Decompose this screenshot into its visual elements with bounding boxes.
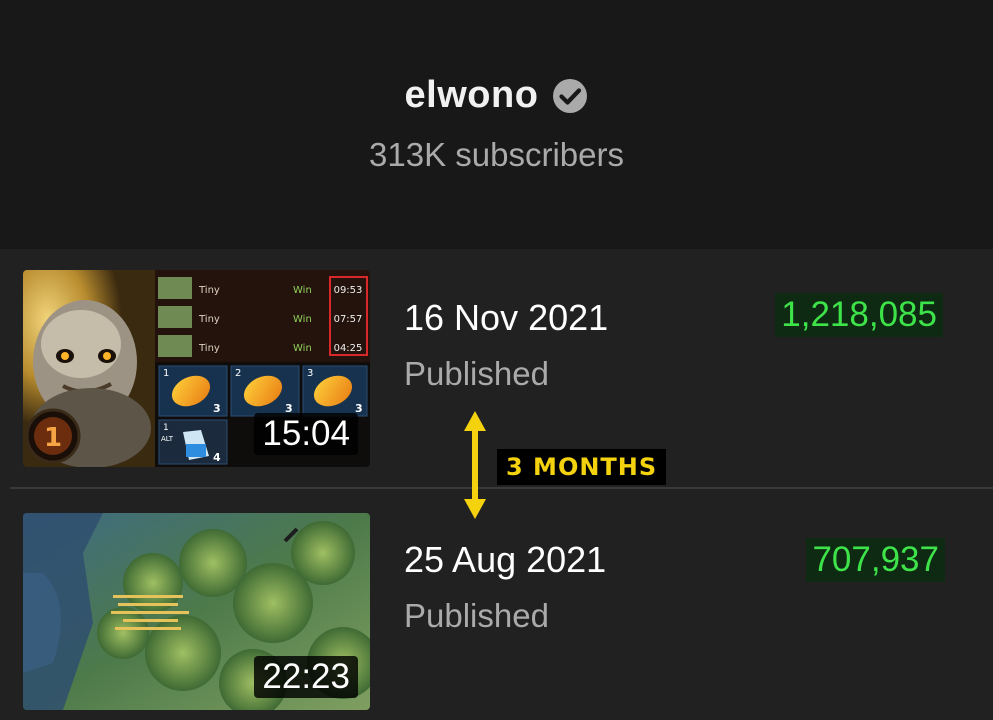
publish-status: Published xyxy=(404,355,549,392)
svg-text:4: 4 xyxy=(213,451,221,464)
video-duration: 15:04 xyxy=(254,412,358,455)
time-gap-label: 3 MONTHS xyxy=(497,449,667,485)
channel-name-row: elwono xyxy=(0,74,993,117)
svg-text:04:25: 04:25 xyxy=(334,343,363,354)
svg-text:09:53: 09:53 xyxy=(334,285,363,296)
video-duration: 22:23 xyxy=(254,655,358,698)
video-row[interactable]: 22:23 25 Aug 2021 Published 707,937 xyxy=(0,489,993,720)
video-thumbnail[interactable]: 22:23 xyxy=(23,513,370,710)
svg-text:ALT: ALT xyxy=(161,435,174,443)
view-count: 1,218,085 xyxy=(775,293,943,338)
svg-text:Tiny: Tiny xyxy=(198,343,220,354)
view-count: 707,937 xyxy=(806,538,945,583)
svg-text:07:57: 07:57 xyxy=(334,314,363,325)
publish-date: 16 Nov 2021 xyxy=(404,297,609,338)
publish-date: 25 Aug 2021 xyxy=(404,539,607,580)
svg-text:1: 1 xyxy=(163,368,169,379)
svg-text:3: 3 xyxy=(213,402,221,415)
subscriber-count: 313K subscribers xyxy=(369,136,624,173)
svg-text:2: 2 xyxy=(235,368,241,379)
verified-check-icon xyxy=(552,78,588,114)
svg-text:Win: Win xyxy=(293,285,312,296)
double-arrow-icon xyxy=(464,411,486,519)
svg-text:3: 3 xyxy=(307,368,313,379)
level-badge-text: 1 xyxy=(44,423,62,453)
publish-status: Published xyxy=(404,597,549,634)
video-thumbnail[interactable]: 1 Tiny Tiny Tiny Win Win Win 09:53 07:57 xyxy=(23,270,370,467)
svg-text:Win: Win xyxy=(293,343,312,354)
svg-text:Win: Win xyxy=(293,314,312,325)
channel-name[interactable]: elwono xyxy=(405,74,539,117)
svg-text:1: 1 xyxy=(163,423,169,433)
svg-text:Tiny: Tiny xyxy=(198,314,220,325)
svg-text:Tiny: Tiny xyxy=(198,285,220,296)
channel-header: elwono 313K subscribers xyxy=(0,0,993,249)
